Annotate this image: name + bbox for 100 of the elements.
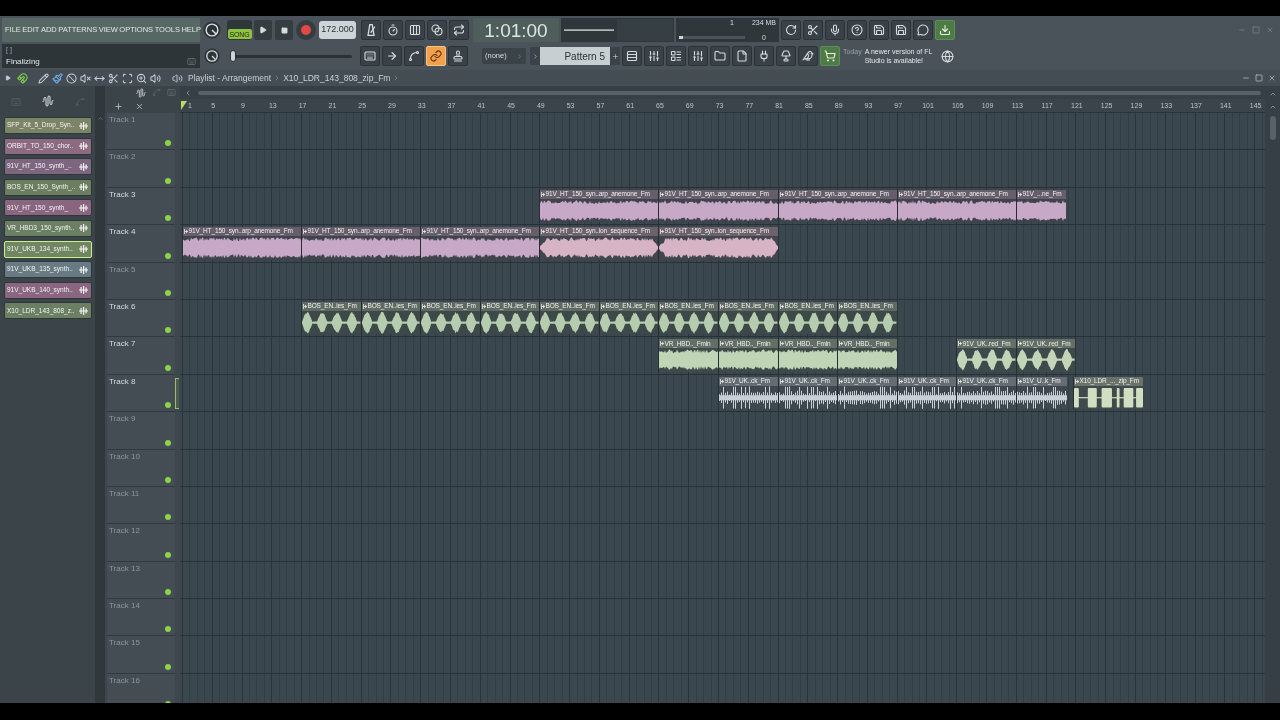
track-lane[interactable] (180, 673, 1265, 703)
playback-tool[interactable] (150, 72, 161, 84)
tempo-display[interactable]: 172.000 (319, 21, 356, 39)
slice-tool[interactable] (108, 72, 119, 84)
close-icon[interactable] (1268, 74, 1276, 82)
cut-button[interactable] (803, 20, 823, 40)
globe-icon[interactable] (941, 49, 954, 63)
status-dot-icon[interactable] (165, 551, 171, 558)
vertical-scrollbar[interactable] (95, 86, 105, 703)
close-icon[interactable] (135, 102, 144, 111)
track-header[interactable]: Track 1 (107, 113, 175, 151)
status-dot-icon[interactable] (165, 514, 171, 521)
track-header[interactable]: Track 16 (107, 673, 175, 703)
save-button[interactable] (869, 20, 889, 40)
chat-button[interactable] (913, 20, 933, 40)
waveform-icon[interactable] (136, 88, 146, 98)
track-name: Track 15 (109, 639, 141, 648)
knob[interactable] (204, 48, 220, 64)
status-dot-icon[interactable] (165, 402, 171, 409)
status-dot-icon[interactable] (165, 476, 171, 483)
slider-thumb[interactable] (230, 50, 236, 62)
status-dot-icon[interactable] (165, 626, 171, 633)
track-header[interactable]: Track 15 (107, 636, 175, 674)
knob[interactable] (203, 21, 221, 39)
touch-button[interactable] (776, 46, 796, 66)
maximize-icon[interactable] (1255, 74, 1263, 82)
blend-button[interactable] (427, 20, 447, 40)
plus-icon[interactable] (114, 102, 123, 111)
track-header[interactable]: Track 5 (107, 262, 175, 300)
current-clip-name[interactable]: X10_LDR_143_808_zip_Fm (283, 73, 391, 83)
channel-rack-button[interactable] (666, 46, 686, 66)
track-header[interactable]: Track 14 (107, 599, 175, 637)
status-dot-icon[interactable] (165, 327, 171, 334)
help-button[interactable] (847, 20, 867, 40)
track-header[interactable]: Track 4 (107, 225, 175, 263)
status-dot-icon[interactable] (165, 252, 171, 259)
status-dot-icon[interactable] (165, 364, 171, 371)
step-edit-button[interactable] (382, 46, 402, 66)
plugin-button[interactable] (754, 46, 774, 66)
undo-button[interactable] (781, 20, 801, 40)
delete-tool[interactable] (66, 72, 77, 84)
track-header[interactable]: Track 6 (107, 299, 175, 338)
clip-arrow-icon (363, 303, 367, 309)
piano-roll-button[interactable] (644, 46, 664, 66)
metronome-button[interactable] (361, 20, 381, 40)
status-dot-icon[interactable] (165, 177, 171, 184)
paint-tool[interactable] (52, 72, 63, 84)
record-audio-button[interactable] (825, 20, 845, 40)
loop-icon (453, 24, 465, 36)
download-icon (939, 24, 951, 36)
link-button[interactable] (426, 46, 446, 66)
download-button[interactable] (935, 20, 955, 40)
waveform-icon[interactable] (41, 95, 54, 107)
draw-tool[interactable] (38, 72, 49, 84)
status-dot-icon[interactable] (165, 140, 171, 147)
status-dot-icon[interactable] (165, 215, 171, 222)
pattern-selector[interactable]: Pattern 5 (540, 47, 610, 65)
play-button[interactable] (254, 20, 272, 40)
typing-keyboard-button[interactable] (360, 46, 380, 66)
playlist-menu-button[interactable] (4, 73, 12, 83)
track-header[interactable]: Track 12 (107, 524, 175, 562)
track-header[interactable]: Track 11 (107, 486, 175, 525)
scrollbar-thumb[interactable] (1269, 116, 1276, 140)
scrollbar-thumb[interactable] (198, 90, 1261, 95)
wait-button[interactable] (383, 20, 403, 40)
status-dot-icon[interactable] (165, 663, 171, 670)
shop-button[interactable] (820, 46, 840, 66)
song-position-slider[interactable] (230, 50, 352, 62)
metronome-icon (365, 24, 377, 36)
hint-message: Finalizing (6, 58, 40, 66)
stop-button[interactable] (275, 20, 293, 40)
mute-tool[interactable] (80, 72, 91, 84)
track-header[interactable]: Track 9 (107, 412, 175, 450)
track-header[interactable]: Track 3 (107, 187, 175, 226)
status-dot-icon[interactable] (165, 589, 171, 596)
track-header[interactable]: Track 10 (107, 449, 175, 487)
clip-arrow-icon (780, 341, 784, 347)
automation-button[interactable] (404, 46, 424, 66)
track-header[interactable]: Track 7 (107, 337, 175, 375)
save-as-button[interactable] (891, 20, 911, 40)
mixer-button[interactable] (688, 46, 708, 66)
horizontal-scrollbar[interactable] (180, 86, 1265, 99)
status-dot-icon[interactable] (165, 439, 171, 446)
project-button[interactable] (732, 46, 752, 66)
countdown-button[interactable] (405, 20, 425, 40)
tool-button[interactable] (798, 46, 818, 66)
status-dot-icon[interactable] (165, 289, 171, 296)
playlist-button[interactable] (622, 46, 642, 66)
snap-button[interactable] (17, 72, 28, 84)
select-tool[interactable] (122, 72, 133, 84)
clip-arrow-icon (660, 303, 664, 309)
loop-record-button[interactable] (449, 20, 469, 40)
chevron-left-icon[interactable] (184, 88, 192, 97)
browser-button[interactable] (710, 46, 730, 66)
zoom-tool[interactable] (136, 72, 147, 84)
vertical-scrollbar[interactable] (1265, 86, 1280, 703)
track-header[interactable]: Track 8 (107, 374, 175, 413)
stamp-button[interactable] (448, 46, 468, 66)
track-header[interactable]: Track 13 (107, 561, 175, 600)
microphone-icon (829, 24, 841, 36)
